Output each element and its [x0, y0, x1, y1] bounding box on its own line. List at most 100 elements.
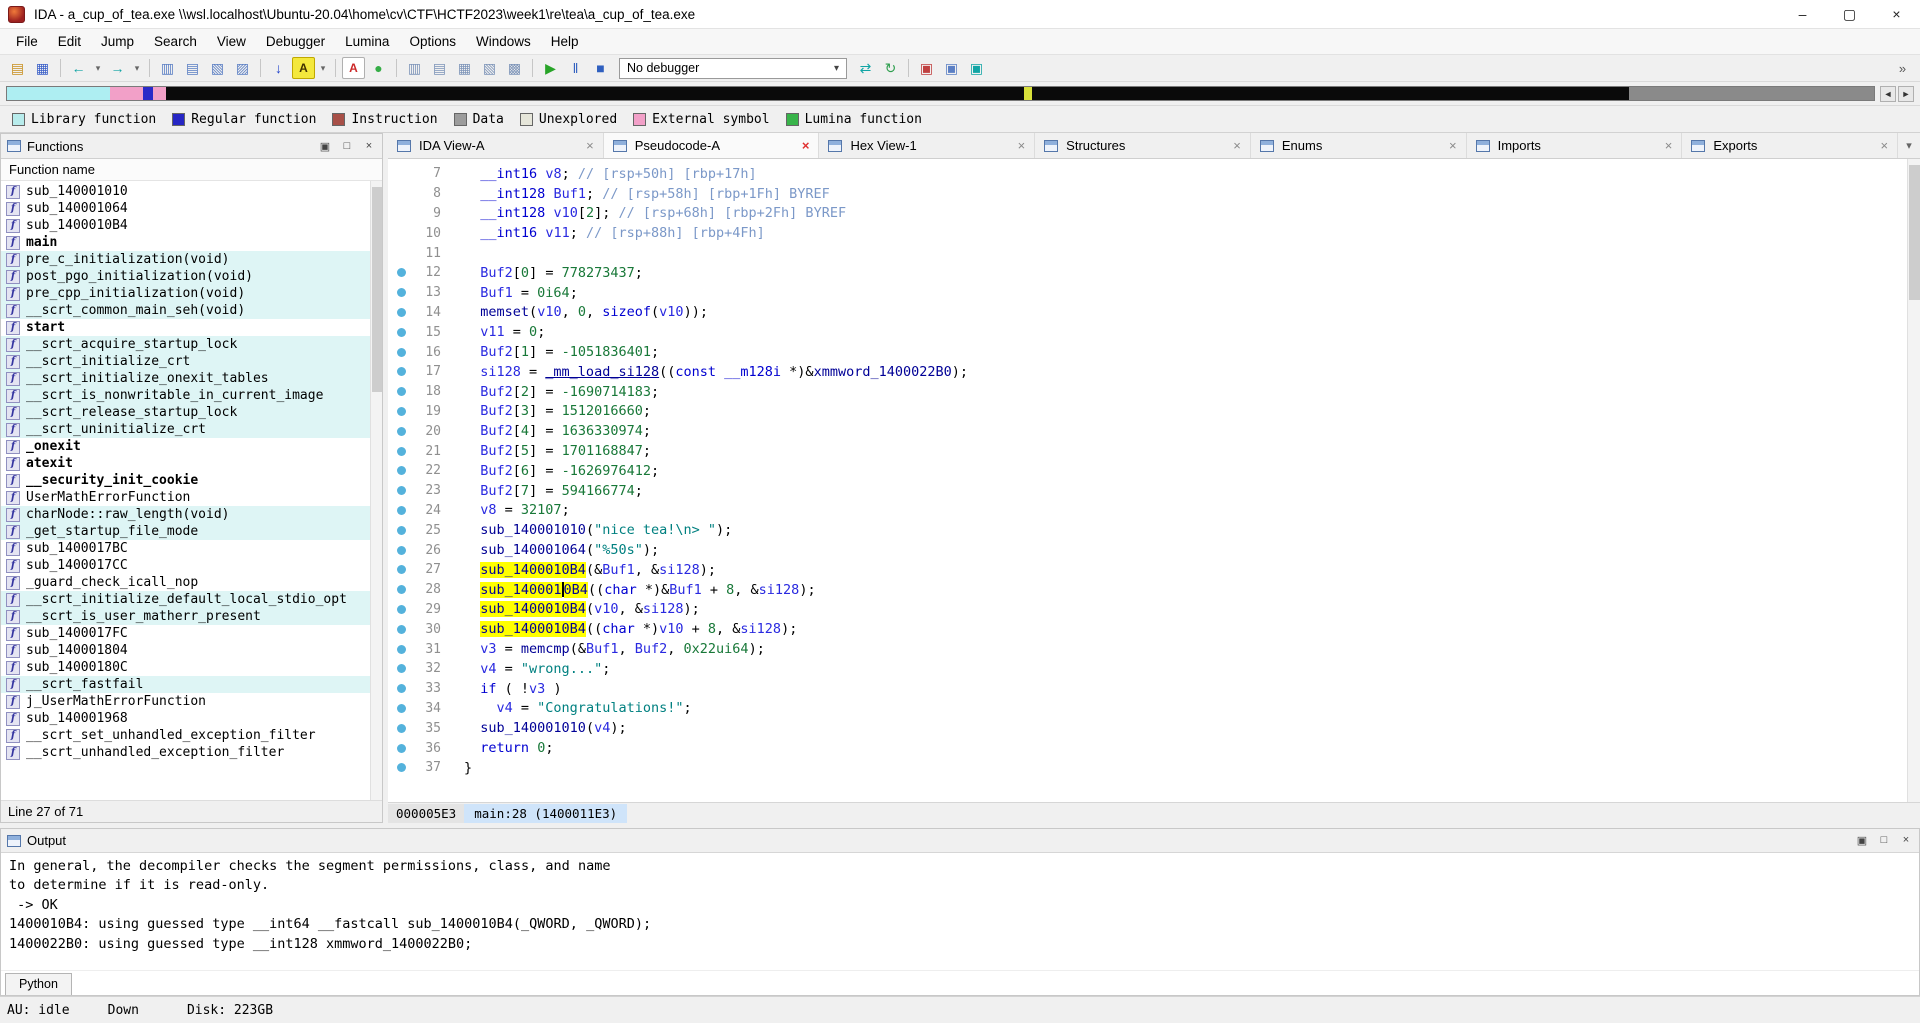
function-list-item[interactable]: f__scrt_common_main_seh(void): [1, 302, 382, 319]
menu-lumina[interactable]: Lumina: [335, 31, 399, 52]
function-list-item[interactable]: fpre_cpp_initialization(void): [1, 285, 382, 302]
close-icon[interactable]: ×: [1899, 834, 1913, 847]
code-line[interactable]: 13 Buf1 = 0i64;: [388, 283, 1907, 303]
function-list-item[interactable]: fstart: [1, 319, 382, 336]
structs-del-icon[interactable]: ▤: [428, 57, 451, 79]
code-line[interactable]: 8 __int128 Buf1; // [rsp+58h] [rbp+1Fh] …: [388, 184, 1907, 204]
code-line[interactable]: 11: [388, 243, 1907, 263]
code-line[interactable]: 17 si128 = _mm_load_si128((const __m128i…: [388, 362, 1907, 382]
menu-search[interactable]: Search: [144, 31, 207, 52]
navband-left-arrow[interactable]: ◄: [1880, 86, 1896, 102]
code-line[interactable]: 16 Buf2[1] = -1051836401;: [388, 342, 1907, 362]
code-line[interactable]: 21 Buf2[5] = 1701168847;: [388, 441, 1907, 461]
maximize-button[interactable]: ▢: [1826, 0, 1873, 28]
function-list-item[interactable]: fsub_140001010: [1, 183, 382, 200]
menu-file[interactable]: File: [6, 31, 48, 52]
function-list-item[interactable]: f__scrt_set_unhandled_exception_filter: [1, 727, 382, 744]
code-line[interactable]: 10 __int16 v11; // [rsp+88h] [rbp+4Fh]: [388, 223, 1907, 243]
tab-close-icon[interactable]: ×: [802, 138, 810, 153]
float-icon[interactable]: □: [1877, 834, 1891, 847]
minimize-button[interactable]: –: [1779, 0, 1826, 28]
function-list-item[interactable]: fsub_140001968: [1, 710, 382, 727]
function-list-item[interactable]: fUserMathErrorFunction: [1, 489, 382, 506]
string-literals-icon[interactable]: A: [342, 57, 365, 79]
structs-add-icon[interactable]: ▥: [403, 57, 426, 79]
tab-exports[interactable]: Exports×: [1682, 133, 1898, 158]
dock-icon[interactable]: ▣: [318, 140, 332, 153]
structs-expand-icon[interactable]: ▦: [453, 57, 476, 79]
function-list-item[interactable]: f__scrt_initialize_crt: [1, 353, 382, 370]
function-list-item[interactable]: fpost_pgo_initialization(void): [1, 268, 382, 285]
jump-function-icon[interactable]: ▧: [206, 57, 229, 79]
python-console-tab[interactable]: Python: [5, 973, 72, 995]
code-line[interactable]: 36 return 0;: [388, 738, 1907, 758]
code-line[interactable]: 15 v11 = 0;: [388, 322, 1907, 342]
function-list-item[interactable]: fsub_1400017BC: [1, 540, 382, 557]
watch-list-icon[interactable]: ▣: [940, 57, 963, 79]
navband-right-arrow[interactable]: ►: [1898, 86, 1914, 102]
dock-icon[interactable]: ▣: [1855, 834, 1869, 847]
function-list-item[interactable]: f_onexit: [1, 438, 382, 455]
code-line[interactable]: 18 Buf2[2] = -1690714183;: [388, 382, 1907, 402]
function-list-item[interactable]: f_get_startup_file_mode: [1, 523, 382, 540]
code-line[interactable]: 34 v4 = "Congratulations!";: [388, 699, 1907, 719]
function-list-item[interactable]: fpre_c_initialization(void): [1, 251, 382, 268]
tab-hex-view-1[interactable]: Hex View-1×: [819, 133, 1035, 158]
tab-close-icon[interactable]: ×: [1449, 138, 1457, 153]
tab-close-icon[interactable]: ×: [586, 138, 594, 153]
debugger-refresh-icon[interactable]: ↻: [879, 57, 902, 79]
code-scrollbar-thumb[interactable]: [1909, 165, 1920, 300]
function-list-item[interactable]: f__scrt_initialize_onexit_tables: [1, 370, 382, 387]
function-list-item[interactable]: fsub_1400017FC: [1, 625, 382, 642]
function-list-item[interactable]: f__scrt_acquire_startup_lock: [1, 336, 382, 353]
tab-pseudocode-a[interactable]: Pseudocode-A×: [604, 133, 820, 158]
forward-history-icon[interactable]: ▾: [131, 57, 143, 79]
jump-xref-icon[interactable]: ▨: [231, 57, 254, 79]
tab-list-button[interactable]: ▾: [1898, 133, 1920, 158]
jump-name-icon[interactable]: ▤: [181, 57, 204, 79]
menu-debugger[interactable]: Debugger: [256, 31, 335, 52]
code-line[interactable]: 33 if ( !v3 ): [388, 679, 1907, 699]
tab-structures[interactable]: Structures×: [1035, 133, 1251, 158]
toolbar-overflow-button[interactable]: »: [1891, 57, 1914, 79]
tab-imports[interactable]: Imports×: [1467, 133, 1683, 158]
code-line[interactable]: 20 Buf2[4] = 1636330974;: [388, 421, 1907, 441]
jump-down-icon[interactable]: ↓: [267, 57, 290, 79]
function-list-item[interactable]: f__scrt_unhandled_exception_filter: [1, 744, 382, 761]
function-name-column-header[interactable]: Function name: [1, 159, 382, 181]
highlight-identifier-icon[interactable]: A: [292, 57, 315, 79]
function-list-item[interactable]: fj_UserMathErrorFunction: [1, 693, 382, 710]
tab-close-icon[interactable]: ×: [1665, 138, 1673, 153]
menu-windows[interactable]: Windows: [466, 31, 541, 52]
start-process-icon[interactable]: ▶: [539, 57, 562, 79]
code-scrollbar[interactable]: [1907, 159, 1920, 802]
functions-scrollbar-thumb[interactable]: [372, 187, 382, 392]
function-list-item[interactable]: fsub_1400017CC: [1, 557, 382, 574]
tab-enums[interactable]: Enums×: [1251, 133, 1467, 158]
save-icon[interactable]: ▦: [31, 57, 54, 79]
code-line[interactable]: 29 sub_1400010B4(v10, &si128);: [388, 600, 1907, 620]
tab-close-icon[interactable]: ×: [1233, 138, 1241, 153]
debugger-attach-icon[interactable]: ⇄: [854, 57, 877, 79]
code-line[interactable]: 27 sub_1400010B4(&Buf1, &si128);: [388, 560, 1907, 580]
code-line[interactable]: 23 Buf2[7] = 594166774;: [388, 481, 1907, 501]
jump-address-icon[interactable]: ▥: [156, 57, 179, 79]
function-list-item[interactable]: fmain: [1, 234, 382, 251]
code-line[interactable]: 28 sub_1400010B4((char *)&Buf1 + 8, &si1…: [388, 580, 1907, 600]
navigation-band[interactable]: [6, 86, 1875, 101]
structs-union-icon[interactable]: ▩: [503, 57, 526, 79]
close-icon[interactable]: ×: [362, 140, 376, 153]
function-list-item[interactable]: fsub_14000180C: [1, 659, 382, 676]
debugger-select[interactable]: No debugger▾: [619, 58, 847, 79]
output-log[interactable]: In general, the decompiler checks the se…: [1, 853, 1919, 970]
code-line[interactable]: 31 v3 = memcmp(&Buf1, Buf2, 0x22ui64);: [388, 639, 1907, 659]
function-list-item[interactable]: f__scrt_is_user_matherr_present: [1, 608, 382, 625]
function-list-item[interactable]: fsub_1400010B4: [1, 217, 382, 234]
pause-process-icon[interactable]: ‖: [564, 57, 587, 79]
code-line[interactable]: 9 __int128 v10[2]; // [rsp+68h] [rbp+2Fh…: [388, 204, 1907, 224]
breakpoint-list-icon[interactable]: ▣: [915, 57, 938, 79]
code-line[interactable]: 24 v8 = 32107;: [388, 501, 1907, 521]
function-list-item[interactable]: f__scrt_fastfail: [1, 676, 382, 693]
function-list-item[interactable]: fatexit: [1, 455, 382, 472]
menu-jump[interactable]: Jump: [91, 31, 144, 52]
